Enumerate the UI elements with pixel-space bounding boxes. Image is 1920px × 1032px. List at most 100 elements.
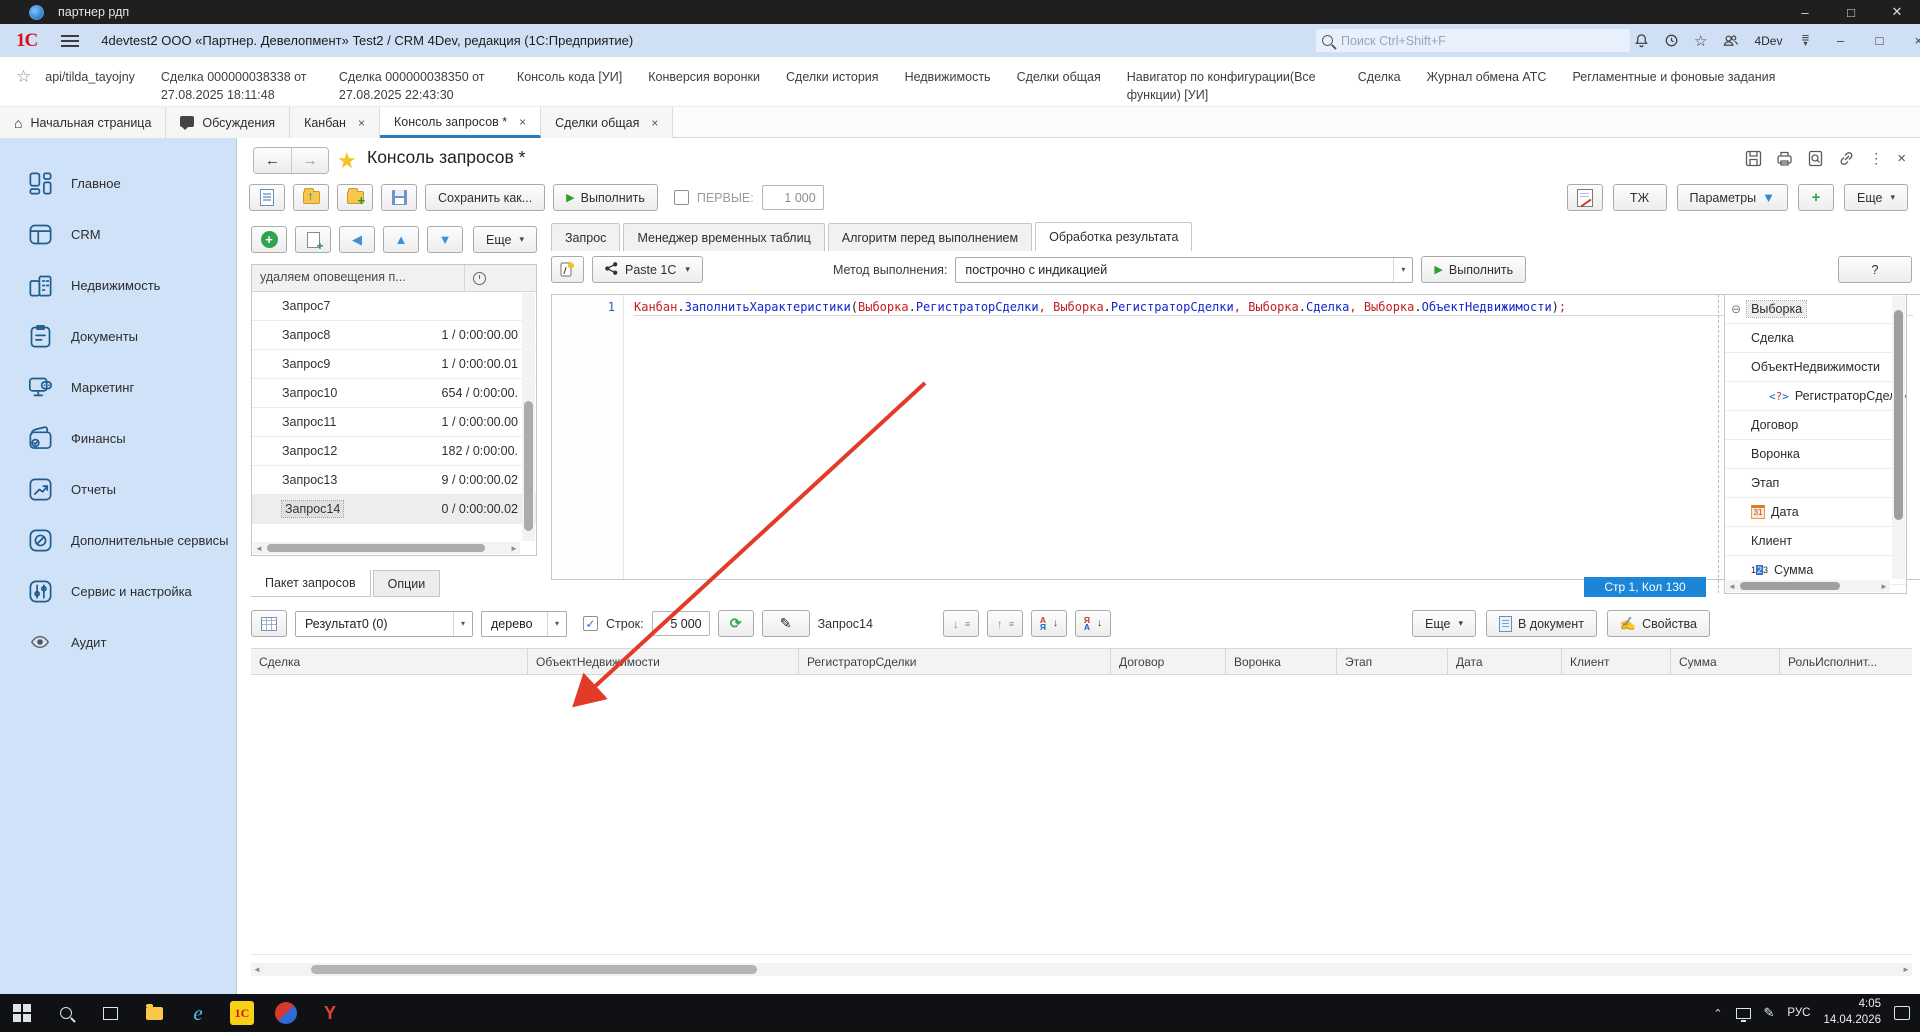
rows-limit-checkbox[interactable]: ✓ (583, 616, 598, 631)
tab-query-console[interactable]: Консоль запросов * × (380, 107, 541, 138)
sidebar-item-realestate[interactable]: Недвижимость (0, 260, 237, 311)
save-as-button[interactable]: Сохранить как... (425, 184, 545, 211)
app-restore-button[interactable]: □ (1867, 33, 1891, 48)
favorite-link[interactable]: Сделка 000000038338 от 27.08.2025 18:11:… (161, 68, 313, 104)
favorite-link[interactable]: Недвижимость (905, 68, 991, 104)
query-row[interactable]: Запрос81 / 0:00:00.00 (252, 321, 536, 350)
tab-query[interactable]: Запрос (551, 223, 620, 251)
internet-explorer-button[interactable]: e (176, 994, 220, 1032)
link-icon[interactable] (1838, 150, 1855, 167)
query-row[interactable]: Запрос7 (252, 292, 536, 321)
favorite-link[interactable]: Сделки общая (1017, 68, 1101, 104)
favorite-star-icon[interactable]: ★ (337, 148, 357, 174)
app-red-blue-button[interactable] (264, 994, 308, 1032)
file-explorer-button[interactable] (132, 994, 176, 1032)
result-table-button[interactable] (251, 610, 287, 637)
tab-temp-tables[interactable]: Менеджер временных таблиц (623, 223, 824, 251)
main-menu-icon[interactable] (61, 35, 79, 47)
tree-item[interactable]: Договор (1725, 411, 1906, 440)
tree-item[interactable]: Этап (1725, 469, 1906, 498)
notification-center-icon[interactable] (1894, 1006, 1910, 1020)
copy-query-button[interactable] (295, 226, 331, 253)
form-close-icon[interactable]: × (1897, 150, 1906, 167)
favorite-link[interactable]: Навигатор по конфигурации(Все функции) [… (1127, 68, 1332, 104)
collapse-all-button[interactable]: ↑≡ (987, 610, 1023, 637)
favorite-link[interactable]: api/tilda_tayojny (45, 68, 135, 104)
new-query-button[interactable] (249, 184, 285, 211)
tj-button[interactable]: ТЖ (1613, 184, 1667, 211)
preview-icon[interactable] (1807, 150, 1824, 167)
tab-result-processing[interactable]: Обработка результата (1035, 222, 1192, 251)
column-header[interactable]: Этап (1337, 649, 1448, 674)
more-menu-icon[interactable]: ⋮ (1869, 150, 1883, 167)
1c-app-button[interactable]: 1С (220, 994, 264, 1032)
query-row[interactable]: Запрос91 / 0:00:00.01 (252, 350, 536, 379)
save-file-button[interactable] (381, 184, 417, 211)
tab-close-icon[interactable]: × (519, 115, 526, 129)
sort-desc-button[interactable]: ЯА↓ (1075, 610, 1111, 637)
query-wizard-button[interactable] (1567, 184, 1603, 211)
task-view-button[interactable] (88, 994, 132, 1032)
sidebar-item-marketing[interactable]: Маркетинг (0, 362, 237, 413)
window-restore-button[interactable]: □ (1828, 0, 1874, 24)
column-header[interactable]: РольИсполнит... (1780, 649, 1912, 674)
favorites-bar-star-icon[interactable]: ☆ (16, 67, 31, 87)
column-header[interactable]: ОбъектНедвижимости (528, 649, 799, 674)
query-list-vscrollbar[interactable] (522, 293, 535, 541)
to-document-button[interactable]: В документ (1486, 610, 1597, 637)
editor-run-button[interactable]: ▶Выполнить (1421, 256, 1526, 283)
service-menu-icon[interactable]: ≡▾ (1797, 36, 1813, 46)
parameters-button[interactable]: Параметры▼ (1677, 184, 1789, 211)
code-line[interactable]: Канбан.ЗаполнитьХарактеристики(Выборка.Р… (634, 300, 1913, 316)
tree-item[interactable]: ОбъектНедвижимости (1725, 353, 1906, 382)
tab-close-icon[interactable]: × (358, 116, 365, 130)
tab-kanban[interactable]: Канбан × (290, 107, 380, 138)
forward-button[interactable]: → (291, 148, 328, 173)
tab-query-batch[interactable]: Пакет запросов (251, 570, 371, 597)
properties-button[interactable]: ✍Свойства (1607, 610, 1710, 637)
save-icon[interactable] (1745, 150, 1762, 167)
run-button[interactable]: ▶Выполнить (553, 184, 658, 211)
edit-query-button[interactable]: ✎ (762, 610, 810, 637)
tab-options[interactable]: Опции (373, 570, 441, 597)
rows-limit-input[interactable] (652, 611, 710, 636)
paste-1c-button[interactable]: Paste 1C ▾ (592, 256, 703, 283)
tree-vscrollbar[interactable] (1892, 296, 1905, 579)
app-close-button[interactable]: × (1906, 33, 1920, 48)
window-close-button[interactable]: ✕ (1874, 0, 1920, 24)
syntax-check-button[interactable] (551, 256, 584, 283)
sort-asc-button[interactable]: АЯ↓ (1031, 610, 1067, 637)
window-minimize-button[interactable]: – (1782, 0, 1828, 24)
favorite-link[interactable]: Журнал обмена АТС (1427, 68, 1547, 104)
sidebar-item-crm[interactable]: CRM (0, 209, 237, 260)
column-header[interactable]: РегистраторСделки (799, 649, 1111, 674)
add-query-button[interactable]: + (251, 226, 287, 253)
back-button[interactable]: ← (254, 148, 291, 173)
print-icon[interactable] (1776, 150, 1793, 167)
tree-item[interactable]: 31Дата (1725, 498, 1906, 527)
tab-close-icon[interactable]: × (651, 116, 658, 130)
first-rows-checkbox[interactable] (674, 190, 689, 205)
tab-home[interactable]: ⌂ Начальная страница (0, 107, 166, 138)
add-file-button[interactable] (337, 184, 373, 211)
code-editor[interactable]: 1 Канбан.ЗаполнитьХарактеристики(Выборка… (551, 294, 1920, 580)
favorite-link[interactable]: Конверсия воронки (648, 68, 760, 104)
column-header[interactable]: Сделка (251, 649, 528, 674)
tab-discussions[interactable]: Обсуждения (166, 107, 290, 138)
result-more-button[interactable]: Еще▾ (1412, 610, 1476, 637)
network-icon[interactable] (1736, 1008, 1751, 1019)
result-hscrollbar[interactable]: ◄ ► (251, 963, 1912, 976)
expand-all-button[interactable]: ↓≡ (943, 610, 979, 637)
sidebar-item-finance[interactable]: Финансы (0, 413, 237, 464)
sidebar-item-reports[interactable]: Отчеты (0, 464, 237, 515)
help-button[interactable]: ? (1838, 256, 1912, 283)
pen-input-icon[interactable]: ✎ (1764, 1005, 1775, 1021)
favorites-star-icon[interactable]: ☆ (1694, 32, 1707, 50)
query-row[interactable]: Запрос12182 / 0:00:00. (252, 437, 536, 466)
favorite-link[interactable]: Регламентные и фоновые задания (1572, 68, 1775, 104)
refresh-button[interactable]: ⟳ (718, 610, 754, 637)
notifications-bell-icon[interactable] (1634, 33, 1649, 48)
combo-arrow-icon[interactable]: ▾ (1393, 258, 1412, 282)
history-icon[interactable] (1664, 33, 1679, 48)
column-header[interactable]: Воронка (1226, 649, 1337, 674)
